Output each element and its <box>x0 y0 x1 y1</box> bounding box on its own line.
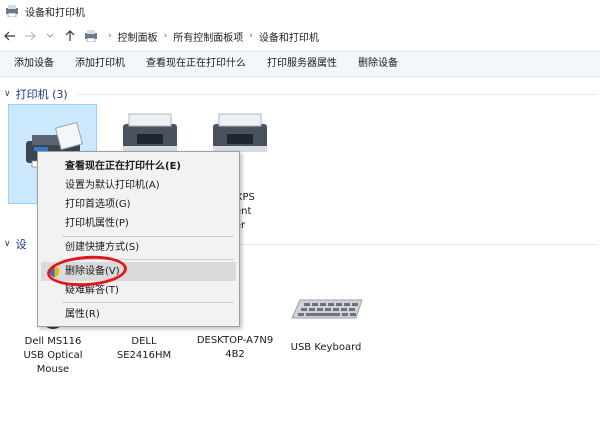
menu-separator <box>62 236 234 237</box>
breadcrumb-devices-printers[interactable]: 设备和打印机 <box>259 29 319 44</box>
printers-group-header[interactable]: ∨ 打印机 (3) <box>4 86 68 102</box>
forward-button[interactable] <box>20 26 40 46</box>
command-bar: 添加设备 添加打印机 查看现在正在打印什么 打印服务器属性 删除设备 <box>0 51 600 77</box>
address-bar: › 控制面板 › 所有控制面板项 › 设备和打印机 <box>0 24 600 48</box>
menu-item-see-printing[interactable]: 查看现在正在打印什么(E) <box>41 157 236 176</box>
device-label-line: Dell MS116 <box>24 336 82 347</box>
up-button[interactable] <box>60 26 80 46</box>
device-label-line: USB Keyboard <box>290 342 362 353</box>
devices-group-label: 设 <box>15 238 27 251</box>
device-label-line: USB Optical <box>23 350 83 361</box>
back-button[interactable] <box>0 26 20 46</box>
add-printer-button[interactable]: 添加打印机 <box>67 54 133 74</box>
chevron-down-icon: ∨ <box>4 89 11 99</box>
device-label-line: DESKTOP-A7N9 <box>196 335 274 346</box>
recent-dropdown-button[interactable] <box>40 26 60 46</box>
title-bar: 设备和打印机 <box>0 0 600 22</box>
printer-icon <box>213 113 267 152</box>
device-label-line: 4B2 <box>225 349 245 360</box>
menu-item-create-shortcut[interactable]: 创建快捷方式(S) <box>41 238 236 257</box>
chevron-right-icon: › <box>163 31 168 41</box>
menu-item-properties[interactable]: 属性(R) <box>41 305 236 324</box>
device-tile-desktop[interactable]: DESKTOP-A7N9 4B2 <box>190 330 280 362</box>
device-label-line: SE2416HM <box>116 350 172 361</box>
menu-item-printer-properties[interactable]: 打印机属性(P) <box>41 214 236 233</box>
device-label-line: Mouse <box>36 364 70 375</box>
control-panel-icon <box>85 30 97 42</box>
menu-item-print-preferences[interactable]: 打印首选项(G) <box>41 195 236 214</box>
group-divider <box>78 94 596 95</box>
device-tile-keyboard[interactable]: USB Keyboard <box>281 296 371 355</box>
device-label-line: DELL <box>131 336 157 347</box>
devices-group-header[interactable]: ∨ 设 <box>4 236 27 252</box>
menu-separator <box>62 302 234 303</box>
printer-icon <box>123 113 177 152</box>
arrow-left-icon <box>4 31 15 41</box>
breadcrumb[interactable]: › 控制面板 › 所有控制面板项 › 设备和打印机 <box>84 26 319 46</box>
context-menu: 查看现在正在打印什么(E) 设置为默认打印机(A) 打印首选项(G) 打印机属性… <box>37 151 240 327</box>
chevron-down-icon <box>46 33 54 38</box>
see-printing-button[interactable]: 查看现在正在打印什么 <box>138 54 254 74</box>
printers-group-label: 打印机 (3) <box>15 88 68 101</box>
add-device-button[interactable]: 添加设备 <box>6 54 62 74</box>
window-title: 设备和打印机 <box>25 7 85 19</box>
keyboard-icon <box>291 299 363 319</box>
chevron-right-icon: › <box>249 31 253 41</box>
print-server-properties-button[interactable]: 打印服务器属性 <box>259 54 345 74</box>
breadcrumb-control-panel[interactable]: 控制面板 <box>118 29 158 44</box>
devices-printers-icon <box>6 5 18 17</box>
breadcrumb-all-items[interactable]: 所有控制面板项 <box>173 29 243 44</box>
arrow-right-icon <box>25 31 36 41</box>
group-divider <box>240 244 596 245</box>
chevron-down-icon: ∨ <box>4 239 11 249</box>
menu-item-set-default[interactable]: 设置为默认打印机(A) <box>41 176 236 195</box>
remove-device-button[interactable]: 删除设备 <box>350 54 406 74</box>
arrow-up-icon <box>65 30 75 41</box>
chevron-right-icon: › <box>108 31 112 41</box>
